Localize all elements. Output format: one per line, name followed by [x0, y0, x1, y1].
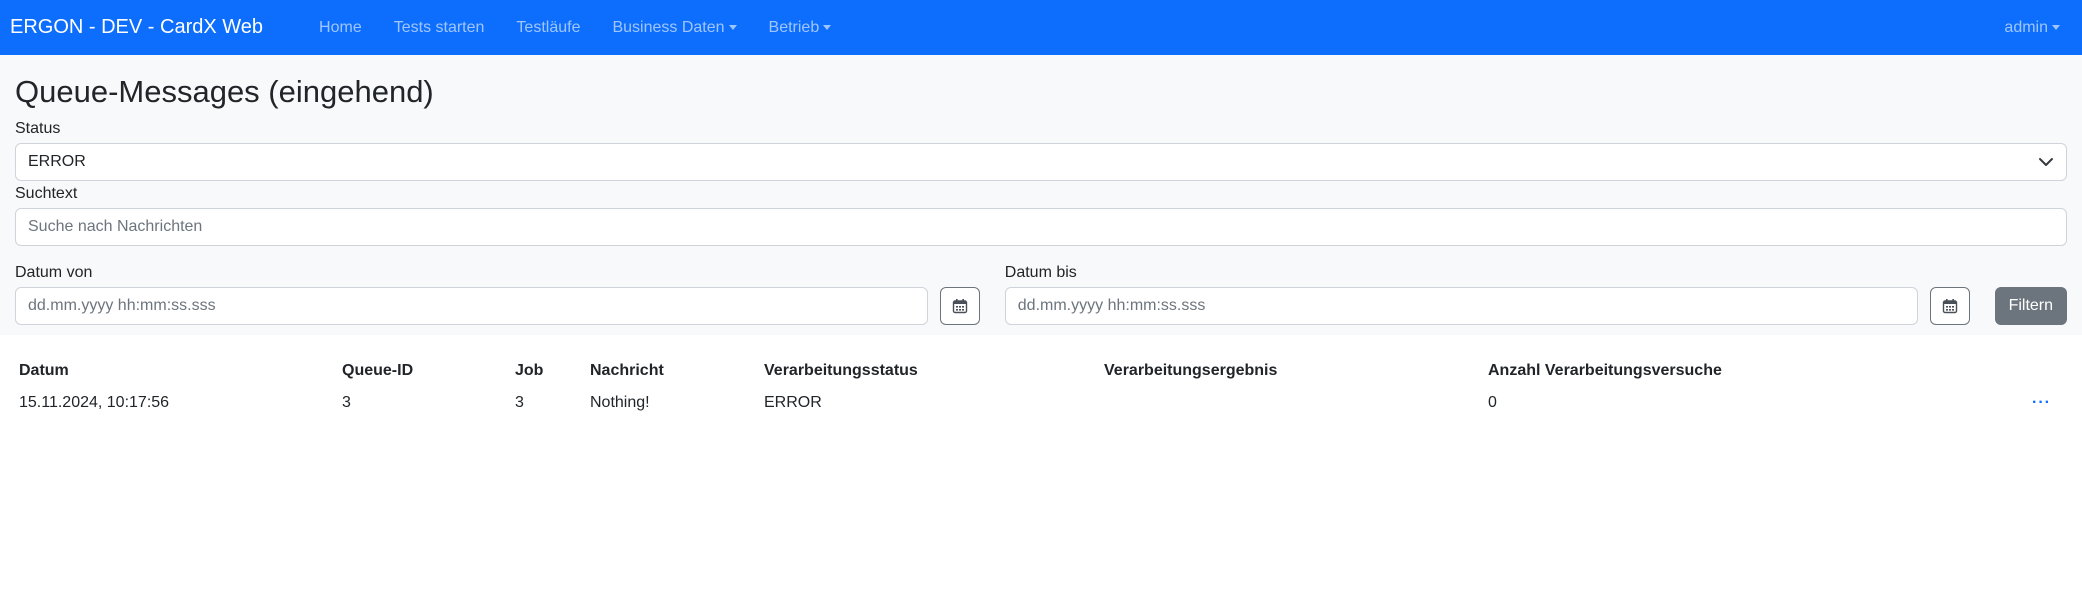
calendar-icon: [952, 299, 967, 314]
nav-dropdown-label: Betrieb: [768, 18, 820, 36]
nav-dropdown-business-daten[interactable]: Business Daten: [596, 19, 752, 37]
page-title: Queue-Messages (eingehend): [15, 74, 434, 109]
date-to-group: Datum bis dd.mm.yyyy hh:mm:ss.sss: [1004, 264, 1970, 326]
header-job[interactable]: Job: [509, 355, 584, 387]
header-anzahl-verarbeitungsversuche[interactable]: Anzahl Verarbeitungsversuche: [1482, 355, 2002, 387]
cell-nachricht: Nothing!: [590, 394, 650, 411]
nav-item-tests-starten[interactable]: Tests starten: [378, 19, 501, 37]
header-verarbeitungsstatus[interactable]: Verarbeitungsstatus: [758, 355, 1098, 387]
date-to-input-group: dd.mm.yyyy hh:mm:ss.sss: [1004, 287, 1970, 326]
calendar-icon: [1942, 299, 1957, 314]
user-name: admin: [2004, 18, 2048, 36]
header-queue-id[interactable]: Queue-ID: [336, 355, 509, 387]
date-to-label: Datum bis: [1004, 264, 1077, 282]
date-to-input[interactable]: dd.mm.yyyy hh:mm:ss.sss: [1004, 287, 1918, 326]
date-to-calendar-button[interactable]: [1929, 287, 1970, 326]
filter-panel: Queue-Messages (eingehend) Status ERROR …: [0, 55, 2082, 335]
date-from-input-group: dd.mm.yyyy hh:mm:ss.sss: [15, 287, 980, 326]
cell-anzahl-verarbeitungsversuche: 0: [1488, 394, 1497, 411]
header-verarbeitungsergebnis[interactable]: Verarbeitungsergebnis: [1098, 355, 1482, 387]
cell-datum: 15.11.2024, 10:17:56: [19, 394, 170, 411]
cell-job: 3: [515, 394, 524, 411]
queue-messages-table: Datum Queue-ID Job Nachricht Verarbeitun…: [13, 355, 2063, 419]
date-to-placeholder: dd.mm.yyyy hh:mm:ss.sss: [1017, 297, 1206, 315]
nav-item-testlaeufe[interactable]: Testläufe: [500, 19, 596, 37]
table-row[interactable]: 15.11.2024, 10:17:56 3 3 Nothing! ERROR …: [13, 387, 2063, 419]
navbar-brand[interactable]: ERGON - DEV - CardX Web: [10, 16, 263, 39]
status-select[interactable]: ERROR: [15, 143, 2067, 182]
search-placeholder: Suche nach Nachrichten: [28, 218, 203, 236]
nav-dropdown-betrieb[interactable]: Betrieb: [753, 19, 848, 37]
nav-dropdown-label: Business Daten: [612, 18, 725, 36]
date-from-label: Datum von: [15, 264, 93, 282]
chevron-down-icon: [2039, 158, 2053, 167]
header-datum[interactable]: Datum: [13, 355, 336, 387]
header-nachricht[interactable]: Nachricht: [584, 355, 758, 387]
cell-verarbeitungsergebnis: [1098, 387, 1482, 419]
cell-queue-id: 3: [342, 394, 351, 411]
status-select-value: ERROR: [28, 153, 86, 171]
filter-button[interactable]: Filtern: [1994, 287, 2068, 326]
caret-down-icon: [823, 24, 832, 30]
search-label: Suchtext: [15, 185, 78, 203]
search-input[interactable]: Suche nach Nachrichten: [15, 208, 2067, 247]
user-menu[interactable]: admin: [2004, 19, 2072, 37]
date-from-placeholder: dd.mm.yyyy hh:mm:ss.sss: [28, 297, 216, 315]
date-from-calendar-button[interactable]: [939, 287, 980, 326]
date-from-group: Datum von dd.mm.yyyy hh:mm:ss.sss: [15, 264, 980, 326]
table-header-row: Datum Queue-ID Job Nachricht Verarbeitun…: [13, 355, 2063, 387]
status-label: Status: [15, 120, 61, 138]
caret-down-icon: [2052, 24, 2060, 30]
date-filter-row: Datum von dd.mm.yyyy hh:mm:ss.sss Datum …: [15, 264, 2068, 326]
date-from-input[interactable]: dd.mm.yyyy hh:mm:ss.sss: [15, 287, 928, 326]
top-navbar: ERGON - DEV - CardX Web Home Tests start…: [0, 0, 2082, 55]
nav-item-home[interactable]: Home: [303, 19, 378, 37]
caret-down-icon: [728, 24, 737, 30]
row-actions-menu[interactable]: ···: [2002, 387, 2063, 419]
header-actions: [2002, 355, 2063, 387]
cell-verarbeitungsstatus: ERROR: [764, 394, 822, 411]
